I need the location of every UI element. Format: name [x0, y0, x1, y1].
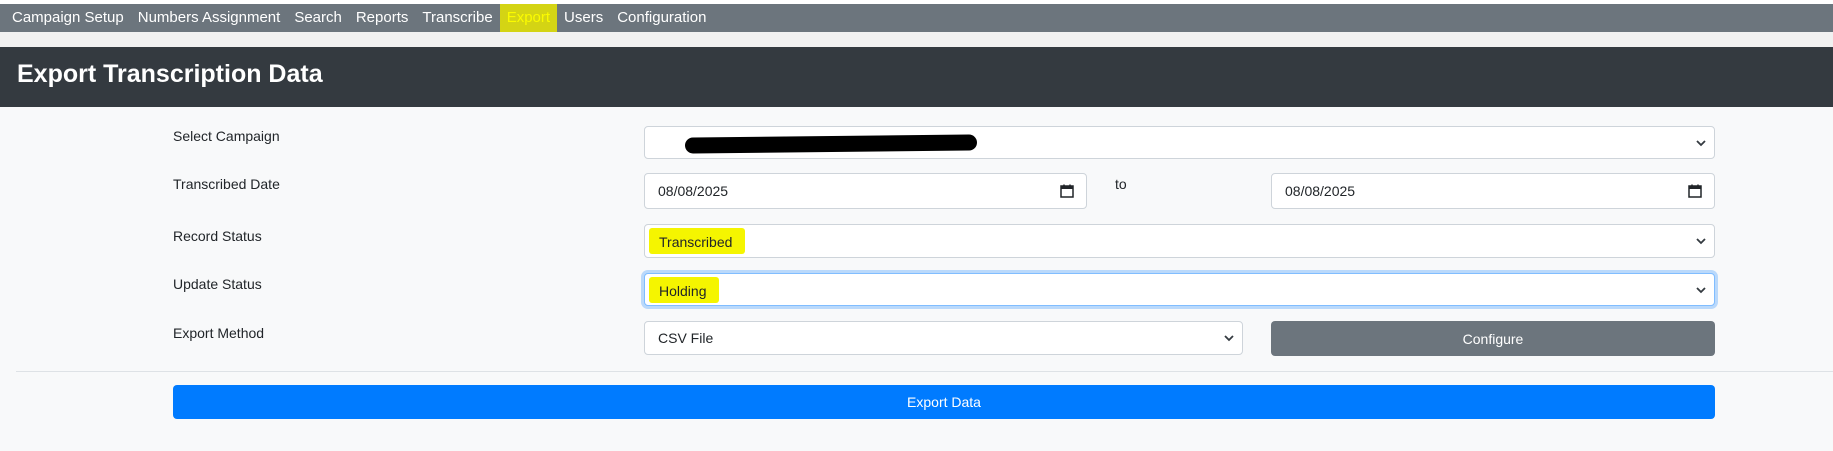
export-method-select[interactable]: CSV File — [644, 321, 1243, 355]
chevron-down-icon — [1696, 238, 1706, 245]
record-status-select[interactable]: Transcribed — [644, 224, 1715, 258]
record-status-value: Transcribed — [649, 228, 746, 254]
calendar-icon[interactable] — [1060, 184, 1074, 198]
nav-transcribe[interactable]: Transcribe — [415, 4, 499, 32]
redaction-mark — [684, 134, 978, 154]
transcribed-date-label: Transcribed Date — [173, 176, 280, 192]
nav-campaign-setup[interactable]: Campaign Setup — [0, 4, 131, 32]
top-nav: Campaign Setup Numbers Assignment Search… — [0, 4, 1833, 32]
nav-configuration[interactable]: Configuration — [610, 4, 713, 32]
nav-numbers-assignment[interactable]: Numbers Assignment — [131, 4, 288, 32]
update-status-label: Update Status — [173, 276, 262, 292]
page-title: Export Transcription Data — [17, 60, 323, 88]
date-from-input[interactable]: 08/08/2025 — [644, 173, 1087, 209]
campaign-select[interactable] — [644, 126, 1715, 159]
record-status-label: Record Status — [173, 228, 262, 244]
nav-search[interactable]: Search — [287, 4, 349, 32]
export-data-button[interactable]: Export Data — [173, 385, 1715, 419]
nav-export[interactable]: Export — [499, 4, 558, 32]
form-divider — [16, 371, 1833, 372]
export-method-value: CSV File — [658, 330, 714, 346]
calendar-icon[interactable] — [1688, 184, 1702, 198]
date-to-input[interactable]: 08/08/2025 — [1271, 173, 1715, 209]
chevron-down-icon — [1696, 139, 1706, 146]
update-status-select[interactable]: Holding — [644, 273, 1715, 306]
date-from-value: 08/08/2025 — [658, 183, 729, 199]
nav-spacer — [0, 32, 1833, 47]
nav-users[interactable]: Users — [557, 4, 610, 32]
export-method-label: Export Method — [173, 325, 265, 341]
update-status-value: Holding — [649, 276, 720, 303]
date-range-to-label: to — [1115, 176, 1127, 192]
chevron-down-icon — [1224, 335, 1234, 342]
select-campaign-label: Select Campaign — [173, 128, 280, 144]
date-to-value: 08/08/2025 — [1285, 183, 1356, 199]
page-header: Export Transcription Data — [0, 47, 1833, 107]
chevron-down-icon — [1696, 286, 1706, 293]
configure-button[interactable]: Configure — [1271, 321, 1715, 356]
nav-reports[interactable]: Reports — [349, 4, 416, 32]
